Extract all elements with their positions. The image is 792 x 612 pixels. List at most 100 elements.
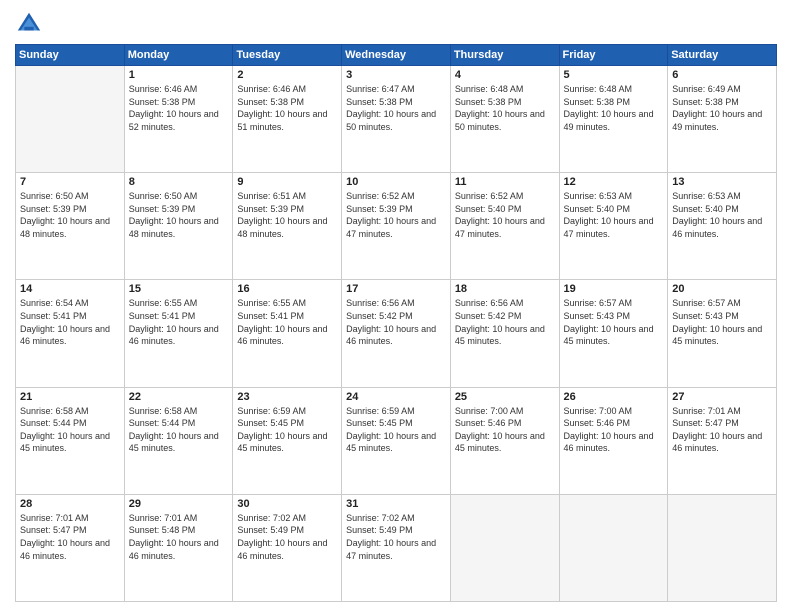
- day-info: Sunrise: 6:56 AMSunset: 5:42 PMDaylight:…: [346, 297, 446, 347]
- day-info: Sunrise: 6:46 AMSunset: 5:38 PMDaylight:…: [237, 83, 337, 133]
- calendar-cell: [450, 494, 559, 601]
- day-info: Sunrise: 6:59 AMSunset: 5:45 PMDaylight:…: [237, 405, 337, 455]
- weekday-header-sunday: Sunday: [16, 45, 125, 66]
- day-number: 9: [237, 176, 337, 188]
- calendar-cell: [559, 494, 668, 601]
- calendar-cell: 15 Sunrise: 6:55 AMSunset: 5:41 PMDaylig…: [124, 280, 233, 387]
- day-number: 11: [455, 176, 555, 188]
- calendar-cell: 11 Sunrise: 6:52 AMSunset: 5:40 PMDaylig…: [450, 173, 559, 280]
- day-number: 16: [237, 283, 337, 295]
- day-number: 8: [129, 176, 229, 188]
- day-number: 6: [672, 69, 772, 81]
- day-number: 7: [20, 176, 120, 188]
- day-number: 26: [564, 391, 664, 403]
- calendar-cell: 29 Sunrise: 7:01 AMSunset: 5:48 PMDaylig…: [124, 494, 233, 601]
- day-number: 30: [237, 498, 337, 510]
- day-info: Sunrise: 6:52 AMSunset: 5:39 PMDaylight:…: [346, 190, 446, 240]
- calendar-week-5: 28 Sunrise: 7:01 AMSunset: 5:47 PMDaylig…: [16, 494, 777, 601]
- calendar-week-4: 21 Sunrise: 6:58 AMSunset: 5:44 PMDaylig…: [16, 387, 777, 494]
- calendar-week-2: 7 Sunrise: 6:50 AMSunset: 5:39 PMDayligh…: [16, 173, 777, 280]
- calendar-cell: 16 Sunrise: 6:55 AMSunset: 5:41 PMDaylig…: [233, 280, 342, 387]
- day-number: 25: [455, 391, 555, 403]
- calendar-cell: 21 Sunrise: 6:58 AMSunset: 5:44 PMDaylig…: [16, 387, 125, 494]
- day-info: Sunrise: 6:50 AMSunset: 5:39 PMDaylight:…: [129, 190, 229, 240]
- day-number: 21: [20, 391, 120, 403]
- calendar-cell: 26 Sunrise: 7:00 AMSunset: 5:46 PMDaylig…: [559, 387, 668, 494]
- day-info: Sunrise: 6:46 AMSunset: 5:38 PMDaylight:…: [129, 83, 229, 133]
- day-number: 29: [129, 498, 229, 510]
- day-number: 3: [346, 69, 446, 81]
- day-info: Sunrise: 6:53 AMSunset: 5:40 PMDaylight:…: [672, 190, 772, 240]
- calendar-cell: 9 Sunrise: 6:51 AMSunset: 5:39 PMDayligh…: [233, 173, 342, 280]
- day-info: Sunrise: 6:57 AMSunset: 5:43 PMDaylight:…: [564, 297, 664, 347]
- calendar-cell: 30 Sunrise: 7:02 AMSunset: 5:49 PMDaylig…: [233, 494, 342, 601]
- weekday-header-tuesday: Tuesday: [233, 45, 342, 66]
- day-info: Sunrise: 6:48 AMSunset: 5:38 PMDaylight:…: [564, 83, 664, 133]
- weekday-header-row: SundayMondayTuesdayWednesdayThursdayFrid…: [16, 45, 777, 66]
- day-info: Sunrise: 6:47 AMSunset: 5:38 PMDaylight:…: [346, 83, 446, 133]
- day-number: 5: [564, 69, 664, 81]
- day-info: Sunrise: 6:51 AMSunset: 5:39 PMDaylight:…: [237, 190, 337, 240]
- calendar-cell: 13 Sunrise: 6:53 AMSunset: 5:40 PMDaylig…: [668, 173, 777, 280]
- day-number: 1: [129, 69, 229, 81]
- day-number: 14: [20, 283, 120, 295]
- day-number: 20: [672, 283, 772, 295]
- day-number: 18: [455, 283, 555, 295]
- day-number: 31: [346, 498, 446, 510]
- weekday-header-thursday: Thursday: [450, 45, 559, 66]
- page: SundayMondayTuesdayWednesdayThursdayFrid…: [0, 0, 792, 612]
- calendar-cell: [668, 494, 777, 601]
- day-number: 22: [129, 391, 229, 403]
- weekday-header-saturday: Saturday: [668, 45, 777, 66]
- day-info: Sunrise: 6:53 AMSunset: 5:40 PMDaylight:…: [564, 190, 664, 240]
- calendar-cell: 4 Sunrise: 6:48 AMSunset: 5:38 PMDayligh…: [450, 66, 559, 173]
- calendar-cell: 14 Sunrise: 6:54 AMSunset: 5:41 PMDaylig…: [16, 280, 125, 387]
- day-info: Sunrise: 7:01 AMSunset: 5:47 PMDaylight:…: [20, 512, 120, 562]
- day-info: Sunrise: 6:54 AMSunset: 5:41 PMDaylight:…: [20, 297, 120, 347]
- calendar-cell: 19 Sunrise: 6:57 AMSunset: 5:43 PMDaylig…: [559, 280, 668, 387]
- calendar-cell: 10 Sunrise: 6:52 AMSunset: 5:39 PMDaylig…: [342, 173, 451, 280]
- calendar-cell: 18 Sunrise: 6:56 AMSunset: 5:42 PMDaylig…: [450, 280, 559, 387]
- day-number: 13: [672, 176, 772, 188]
- day-info: Sunrise: 6:58 AMSunset: 5:44 PMDaylight:…: [20, 405, 120, 455]
- weekday-header-wednesday: Wednesday: [342, 45, 451, 66]
- day-info: Sunrise: 6:59 AMSunset: 5:45 PMDaylight:…: [346, 405, 446, 455]
- day-info: Sunrise: 7:02 AMSunset: 5:49 PMDaylight:…: [237, 512, 337, 562]
- calendar-week-1: 1 Sunrise: 6:46 AMSunset: 5:38 PMDayligh…: [16, 66, 777, 173]
- calendar-cell: 31 Sunrise: 7:02 AMSunset: 5:49 PMDaylig…: [342, 494, 451, 601]
- day-number: 27: [672, 391, 772, 403]
- calendar-cell: 24 Sunrise: 6:59 AMSunset: 5:45 PMDaylig…: [342, 387, 451, 494]
- day-info: Sunrise: 7:01 AMSunset: 5:47 PMDaylight:…: [672, 405, 772, 455]
- day-info: Sunrise: 7:00 AMSunset: 5:46 PMDaylight:…: [564, 405, 664, 455]
- calendar-cell: 20 Sunrise: 6:57 AMSunset: 5:43 PMDaylig…: [668, 280, 777, 387]
- calendar-cell: 23 Sunrise: 6:59 AMSunset: 5:45 PMDaylig…: [233, 387, 342, 494]
- calendar-cell: 17 Sunrise: 6:56 AMSunset: 5:42 PMDaylig…: [342, 280, 451, 387]
- day-number: 17: [346, 283, 446, 295]
- calendar-cell: 8 Sunrise: 6:50 AMSunset: 5:39 PMDayligh…: [124, 173, 233, 280]
- day-number: 4: [455, 69, 555, 81]
- calendar-cell: 12 Sunrise: 6:53 AMSunset: 5:40 PMDaylig…: [559, 173, 668, 280]
- day-number: 2: [237, 69, 337, 81]
- logo-icon: [15, 10, 43, 38]
- day-info: Sunrise: 6:57 AMSunset: 5:43 PMDaylight:…: [672, 297, 772, 347]
- calendar-cell: [16, 66, 125, 173]
- calendar-cell: 1 Sunrise: 6:46 AMSunset: 5:38 PMDayligh…: [124, 66, 233, 173]
- day-number: 12: [564, 176, 664, 188]
- day-info: Sunrise: 6:55 AMSunset: 5:41 PMDaylight:…: [237, 297, 337, 347]
- calendar-cell: 28 Sunrise: 7:01 AMSunset: 5:47 PMDaylig…: [16, 494, 125, 601]
- weekday-header-monday: Monday: [124, 45, 233, 66]
- day-info: Sunrise: 6:52 AMSunset: 5:40 PMDaylight:…: [455, 190, 555, 240]
- header: [15, 10, 777, 38]
- day-info: Sunrise: 6:49 AMSunset: 5:38 PMDaylight:…: [672, 83, 772, 133]
- day-info: Sunrise: 6:55 AMSunset: 5:41 PMDaylight:…: [129, 297, 229, 347]
- day-info: Sunrise: 6:48 AMSunset: 5:38 PMDaylight:…: [455, 83, 555, 133]
- calendar-cell: 5 Sunrise: 6:48 AMSunset: 5:38 PMDayligh…: [559, 66, 668, 173]
- day-number: 23: [237, 391, 337, 403]
- calendar-cell: 6 Sunrise: 6:49 AMSunset: 5:38 PMDayligh…: [668, 66, 777, 173]
- calendar-cell: 27 Sunrise: 7:01 AMSunset: 5:47 PMDaylig…: [668, 387, 777, 494]
- calendar-week-3: 14 Sunrise: 6:54 AMSunset: 5:41 PMDaylig…: [16, 280, 777, 387]
- day-info: Sunrise: 7:02 AMSunset: 5:49 PMDaylight:…: [346, 512, 446, 562]
- day-info: Sunrise: 7:01 AMSunset: 5:48 PMDaylight:…: [129, 512, 229, 562]
- logo: [15, 10, 47, 38]
- calendar-cell: 3 Sunrise: 6:47 AMSunset: 5:38 PMDayligh…: [342, 66, 451, 173]
